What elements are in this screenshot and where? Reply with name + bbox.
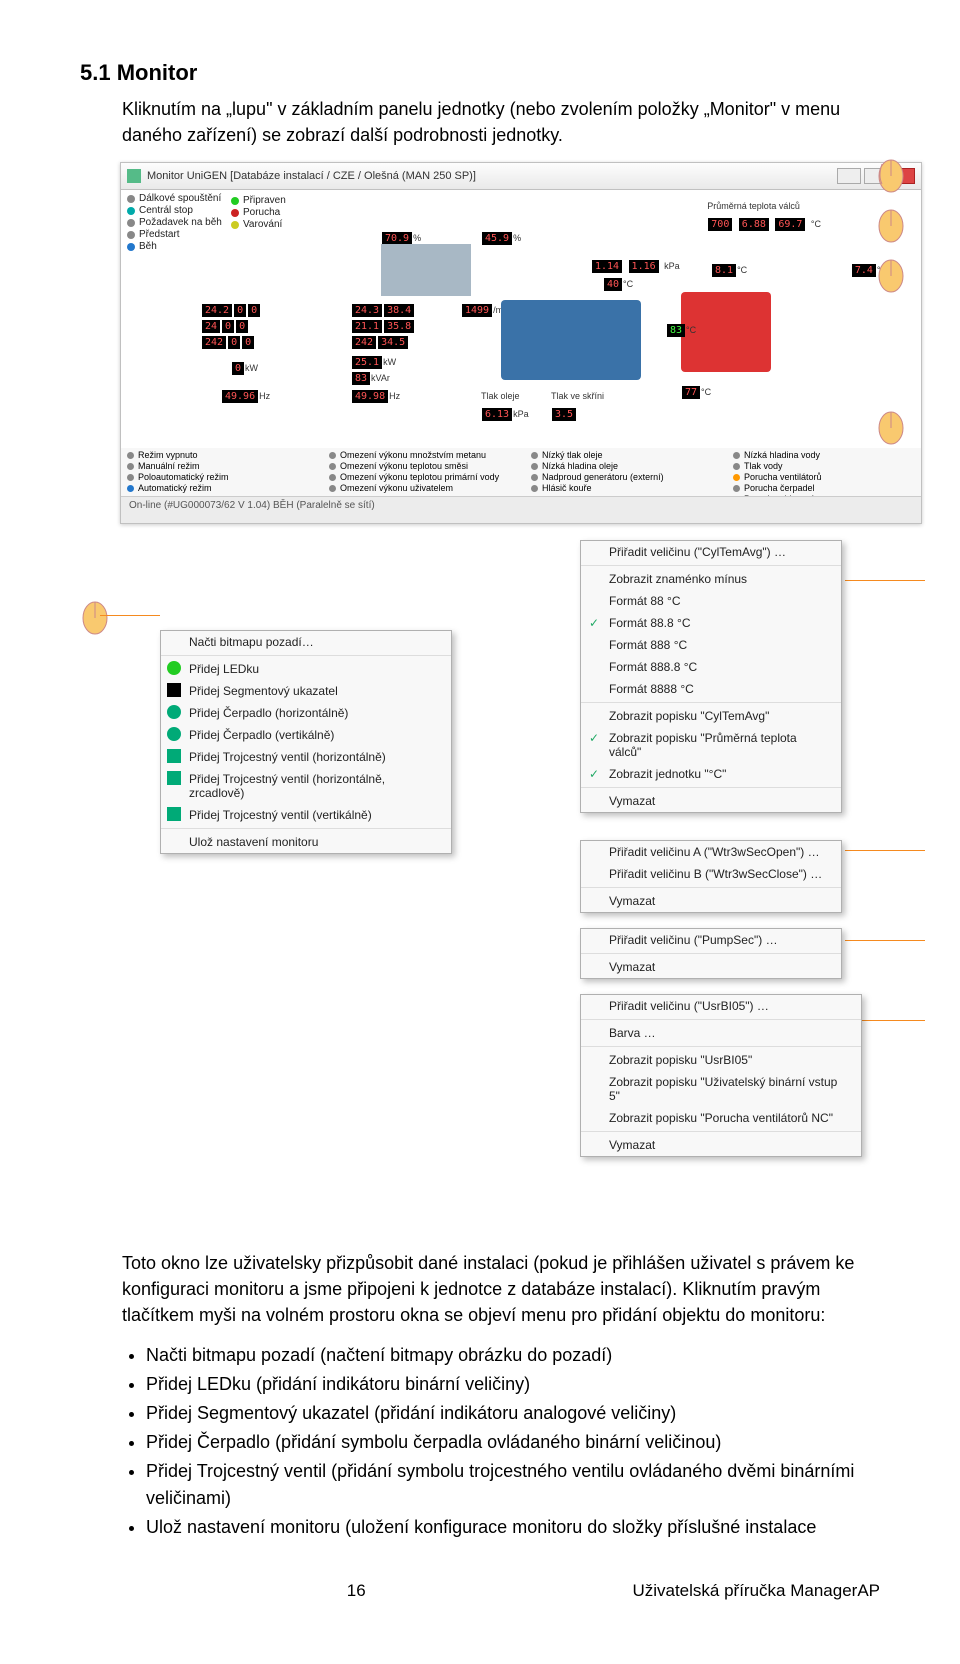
- bullet-list: Načti bitmapu pozadí (načtení bitmapy ob…: [122, 1342, 880, 1541]
- status-bar: On-line (#UG000073/62 V 1.04) BĚH (Paral…: [121, 496, 921, 523]
- menu-item[interactable]: Zobrazit popisku "Porucha ventilátorů NC…: [581, 1107, 861, 1129]
- engine-block: [501, 300, 641, 380]
- menu-item[interactable]: Přiřadit veličinu ("UsrBI05") …: [581, 995, 861, 1017]
- menu-item[interactable]: Barva …: [581, 1022, 861, 1044]
- monitor-window: Monitor UniGEN [Databáze instalací / CZE…: [120, 162, 922, 524]
- menu-item[interactable]: Přiřadit veličinu B ("Wtr3wSecClose") …: [581, 863, 841, 885]
- top-readouts: Průměrná teplota válců 700 6.88 69.7 °C: [707, 196, 821, 232]
- bullet-item: Přidej Trojcestný ventil (přidání symbol…: [146, 1458, 880, 1512]
- context-menu-temperature[interactable]: Přiřadit veličinu ("CylTemAvg") … Zobrazi…: [580, 540, 842, 813]
- menu-item[interactable]: Přidej Trojcestný ventil (horizontálně): [161, 746, 451, 768]
- menu-item[interactable]: Přidej Trojcestný ventil (horizontálně, …: [161, 768, 451, 804]
- menu-item[interactable]: Formát 8888 °C: [581, 678, 841, 700]
- status-leds-left: Dálkové spouštěníCentrál stopPožadavek n…: [127, 192, 222, 253]
- menu-item[interactable]: Zobrazit popisku "CylTemAvg": [581, 705, 841, 727]
- paragraph-customize: Toto okno lze uživatelsky přizpůsobit da…: [122, 1250, 880, 1328]
- page-footer: 16 Uživatelská příručka ManagerAP: [80, 1581, 880, 1601]
- bullet-item: Přidej Segmentový ukazatel (přidání indi…: [146, 1400, 880, 1427]
- footer-right: Uživatelská příručka ManagerAP: [632, 1581, 880, 1601]
- minimize-button[interactable]: [837, 168, 861, 184]
- context-menu-userled[interactable]: Přiřadit veličinu ("UsrBI05") … Barva … Zo…: [580, 994, 862, 1157]
- menu-item[interactable]: Načti bitmapu pozadí…: [161, 631, 451, 653]
- menu-item[interactable]: Přidej Čerpadlo (vertikálně): [161, 724, 451, 746]
- menu-item[interactable]: Zobrazit popisku "UsrBI05": [581, 1049, 861, 1071]
- context-menu-valve[interactable]: Přiřadit veličinu A ("Wtr3wSecOpen") …Př…: [580, 840, 842, 913]
- context-menus-area: Načti bitmapu pozadí…Přidej LEDkuPřidej …: [120, 540, 940, 1240]
- menu-item[interactable]: Přidej Segmentový ukazatel: [161, 680, 451, 702]
- menu-item[interactable]: Zobrazit znaménko mínus: [581, 568, 841, 590]
- menu-item[interactable]: Ulož nastavení monitoru: [161, 831, 451, 853]
- bullet-item: Ulož nastavení monitoru (uložení konfigu…: [146, 1514, 880, 1541]
- menu-item[interactable]: Vymazat: [581, 956, 841, 978]
- bottom-status-leds: Režim vypnutoManuální režimPoloautomatic…: [127, 449, 915, 499]
- menu-item[interactable]: Přidej Čerpadlo (horizontálně): [161, 702, 451, 724]
- window-title: Monitor UniGEN [Databáze instalací / CZE…: [147, 170, 476, 182]
- menu-item[interactable]: Formát 888 °C: [581, 634, 841, 656]
- menu-item[interactable]: Přiřadit veličinu ("PumpSec") …: [581, 929, 841, 951]
- menu-item[interactable]: Zobrazit jednotku "°C": [581, 763, 841, 785]
- menu-item[interactable]: Formát 88.8 °C: [581, 612, 841, 634]
- window-titlebar[interactable]: Monitor UniGEN [Databáze instalací / CZE…: [121, 163, 921, 190]
- app-icon: [127, 169, 141, 183]
- bullet-item: Přidej LEDku (přidání indikátoru binární…: [146, 1371, 880, 1398]
- menu-item[interactable]: Přidej Trojcestný ventil (vertikálně): [161, 804, 451, 826]
- menu-item[interactable]: Zobrazit popisku "Uživatelský binární vs…: [581, 1071, 861, 1107]
- menu-item[interactable]: Zobrazit popisku "Průměrná teplota válců…: [581, 727, 841, 763]
- status-leds-top: PřipravenPoruchaVarování: [231, 194, 286, 231]
- menu-item[interactable]: Přiřadit veličinu A ("Wtr3wSecOpen") …: [581, 841, 841, 863]
- mouse-cursor-icon: [876, 158, 906, 196]
- menu-item[interactable]: Přiřadit veličinu ("CylTemAvg") …: [581, 541, 841, 563]
- section-heading: 5.1 Monitor: [80, 60, 880, 86]
- page-number: 16: [347, 1581, 366, 1601]
- menu-item[interactable]: Vymazat: [581, 1134, 861, 1156]
- mouse-cursor-icon: [80, 600, 110, 638]
- menu-item[interactable]: Vymazat: [581, 790, 841, 812]
- menu-item[interactable]: Formát 888.8 °C: [581, 656, 841, 678]
- menu-item[interactable]: Formát 88 °C: [581, 590, 841, 612]
- mouse-cursor-icon: [876, 258, 906, 296]
- context-menu-background[interactable]: Načti bitmapu pozadí…Přidej LEDkuPřidej …: [160, 630, 452, 854]
- mouse-cursor-icon: [876, 410, 906, 448]
- cooler-block: [381, 244, 471, 296]
- bullet-item: Načti bitmapu pozadí (načtení bitmapy ob…: [146, 1342, 880, 1369]
- context-menu-pump[interactable]: Přiřadit veličinu ("PumpSec") … Vymazat: [580, 928, 842, 979]
- schematic-area: PřipravenPoruchaVarování Dálkové spouště…: [121, 190, 921, 448]
- mouse-cursor-icon: [876, 208, 906, 246]
- menu-item[interactable]: Vymazat: [581, 890, 841, 912]
- bullet-item: Přidej Čerpadlo (přidání symbolu čerpadl…: [146, 1429, 880, 1456]
- menu-item[interactable]: Přidej LEDku: [161, 658, 451, 680]
- intro-paragraph: Kliknutím na „lupu" v základním panelu j…: [122, 96, 880, 148]
